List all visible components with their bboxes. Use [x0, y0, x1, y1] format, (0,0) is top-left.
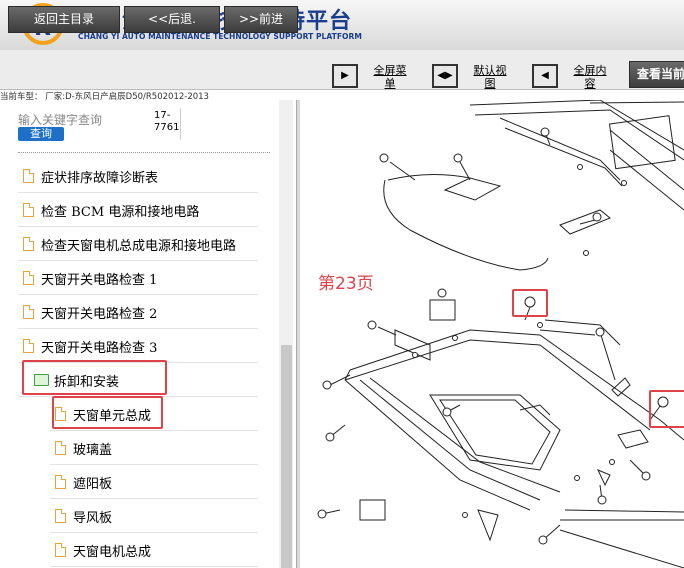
app-subtitle: CHANG YI AUTO MAINTENANCE TECHNOLOGY SUP… [78, 32, 362, 41]
callout-highlight-7b [649, 390, 684, 428]
tree-item-label: 天窗开关电路检查 2 [41, 306, 158, 322]
fullscreen-menu-icon-button[interactable]: ▶ [332, 64, 358, 88]
search-input[interactable]: 输入关键字查询 [18, 111, 102, 128]
tree-item-label: 遮阳板 [73, 476, 113, 492]
document-icon [23, 339, 34, 353]
arrow-right-icon: ▶ [341, 70, 349, 81]
tree-item-switch-check-1[interactable]: 天窗开关电路检查 1 [18, 262, 258, 295]
code-text: 17-7761 [154, 110, 180, 133]
tree-item-bcm-power[interactable]: 检查 BCM 电源和接地电路 [18, 194, 258, 227]
tree-item-switch-check-2[interactable]: 天窗开关电路检查 2 [18, 296, 258, 329]
tree-item-wind-deflector[interactable]: 导风板 [50, 500, 258, 533]
document-icon [23, 305, 34, 319]
query-button[interactable]: 查询 [18, 127, 64, 141]
tree-item-sunroof-motor[interactable]: 天窗电机总成 [50, 534, 258, 567]
back-to-main-button[interactable]: 返回主目录 [8, 6, 120, 33]
tree-item-label: 天窗电机总成 [73, 544, 152, 560]
document-icon [23, 203, 34, 217]
separator [18, 152, 270, 153]
view-current-button[interactable]: 查看当前 [629, 61, 684, 88]
document-icon [23, 169, 34, 183]
tree-item-label: 玻璃盖 [73, 442, 113, 458]
tree-item-glass-cover[interactable]: 玻璃盖 [50, 432, 258, 465]
tree-item-label: 症状排序故障诊断表 [41, 170, 159, 186]
tree-item-symptom-table[interactable]: 症状排序故障诊断表 [18, 160, 258, 193]
forward-button[interactable]: >>前进 [224, 6, 298, 33]
back-button[interactable]: <<后退. [124, 6, 220, 33]
tree-item-label: 天窗开关电路检查 1 [41, 272, 158, 288]
document-icon [23, 237, 34, 251]
tree-item-switch-check-3[interactable]: 天窗开关电路检查 3 [18, 330, 258, 363]
default-view-link[interactable]: 默认视图 [473, 64, 507, 90]
divider [180, 108, 181, 140]
folder-highlight [22, 360, 167, 395]
tree-item-sunshade[interactable]: 遮阳板 [50, 466, 258, 499]
tree-item-label: 天窗开关电路检查 3 [41, 340, 158, 356]
tree-item-motor-power[interactable]: 检查天窗电机总成电源和接地电路 [18, 228, 258, 261]
tree-item-label: 导风板 [73, 510, 113, 526]
tree-item-label: 检查天窗电机总成电源和接地电路 [41, 238, 237, 254]
page-number-label: 第23页 [318, 274, 374, 294]
scrollbar-thumb[interactable] [281, 345, 292, 568]
callout-highlight-7a [512, 289, 548, 317]
selected-item-highlight [52, 396, 163, 429]
document-icon [55, 543, 66, 557]
arrow-left-icon: ◀ [541, 70, 549, 81]
content-area [300, 100, 684, 568]
document-icon [55, 475, 66, 489]
document-icon [55, 509, 66, 523]
sunroof-exploded-diagram [317, 100, 684, 568]
fullscreen-content-icon-button[interactable]: ◀ [532, 64, 558, 88]
split-arrows-icon: ◀▶ [437, 70, 453, 81]
tree-item-label: 检查 BCM 电源和接地电路 [41, 204, 200, 220]
fullscreen-menu-link[interactable]: 全屏菜单 [373, 64, 407, 90]
document-icon [23, 271, 34, 285]
document-icon [55, 441, 66, 455]
fullscreen-content-link[interactable]: 全屏内容 [573, 64, 607, 90]
default-view-icon-button[interactable]: ◀▶ [432, 64, 458, 88]
